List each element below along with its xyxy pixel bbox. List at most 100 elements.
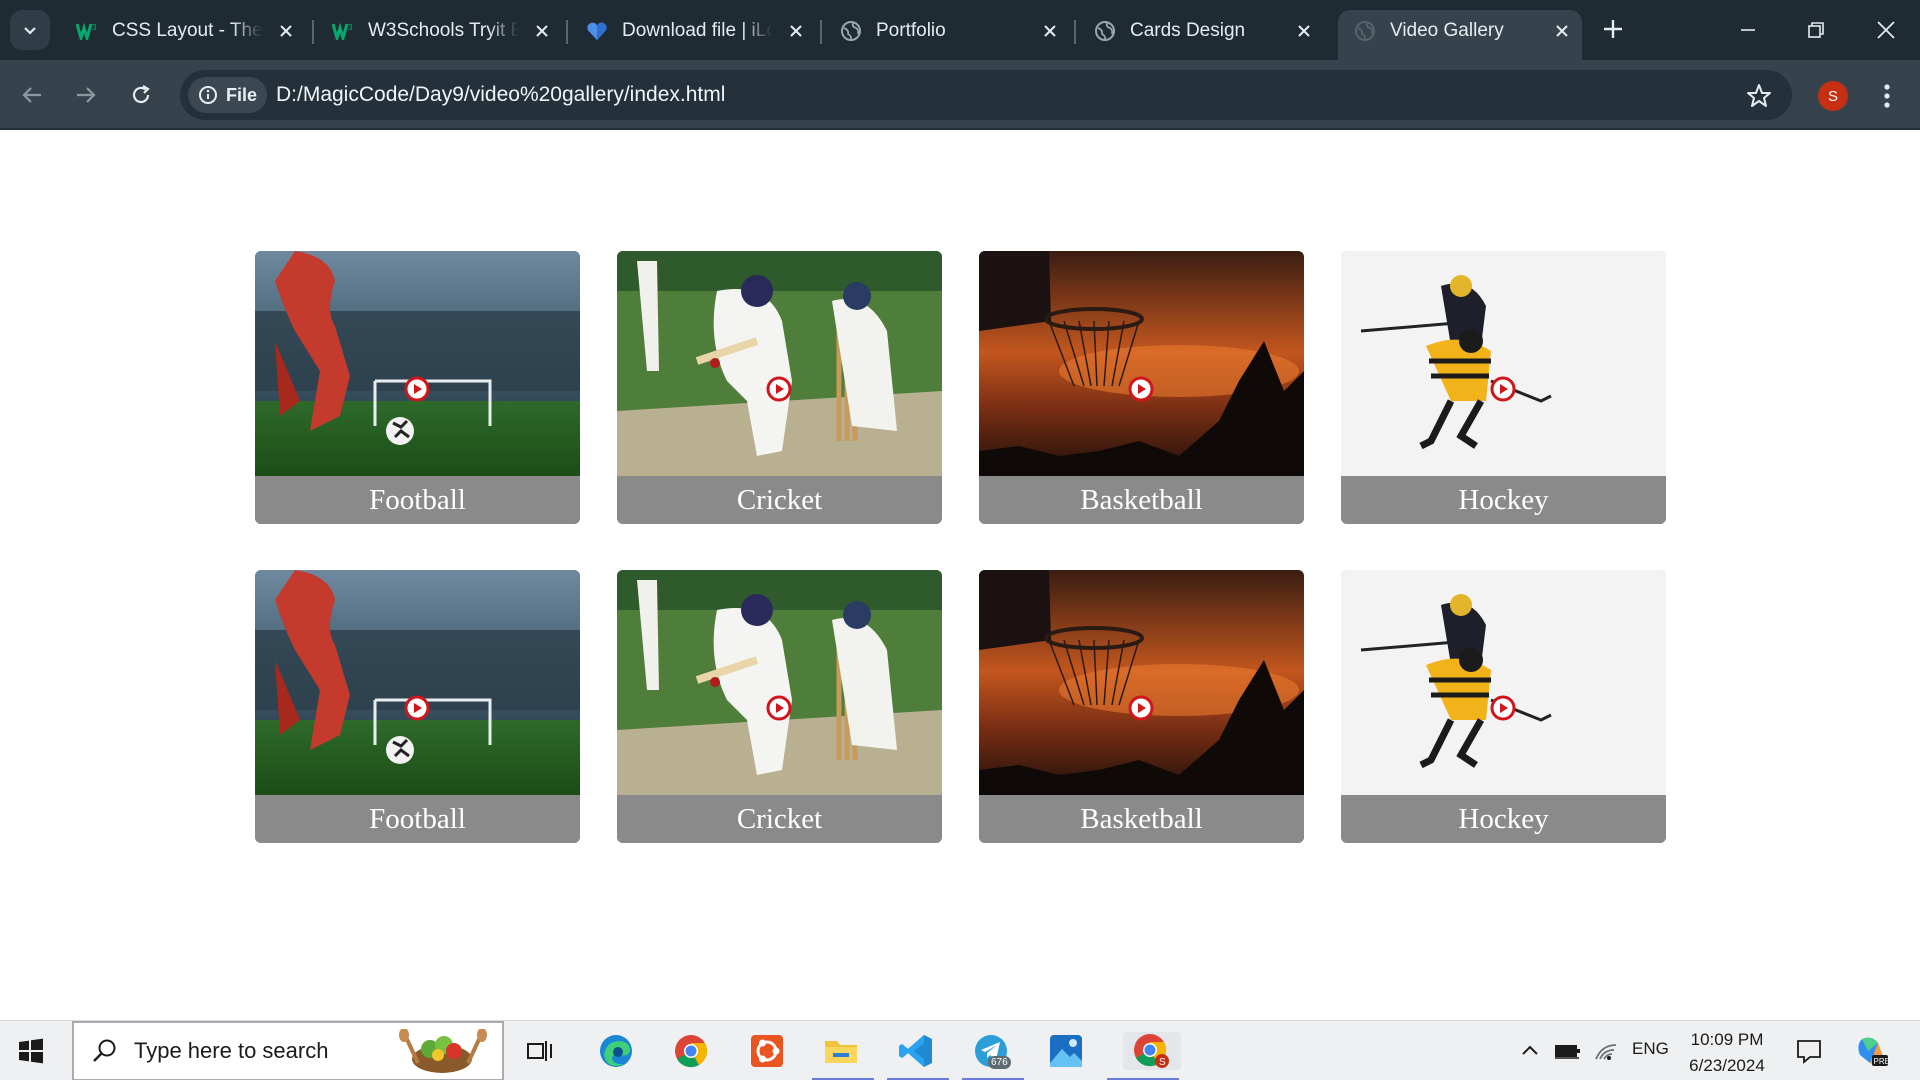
task-view-icon [527,1041,552,1061]
tab-separator [820,20,822,44]
file-explorer-button[interactable] [822,1032,860,1070]
close-icon[interactable] [1552,21,1572,41]
play-circle-icon[interactable] [1128,376,1154,402]
ubuntu-icon [751,1035,783,1067]
video-card-basketball[interactable]: Basketball [979,251,1304,524]
profile-avatar[interactable]: S [1818,81,1848,111]
task-view-button[interactable] [521,1032,559,1070]
tab-cards-design[interactable]: Cards Design [1078,10,1324,52]
notification-icon[interactable] [1795,1037,1823,1065]
minimize-button[interactable] [1728,12,1768,48]
tab-portfolio[interactable]: Portfolio [824,10,1070,52]
tab-separator [312,20,314,44]
chrome-profile-icon: S [1134,1034,1169,1068]
language-indicator[interactable]: ENG [1632,1039,1669,1059]
edge-button[interactable] [597,1032,635,1070]
hockey-thumbnail [1341,570,1666,795]
arrow-left-icon [22,87,41,103]
tab-title: Video Gallery [1390,20,1504,41]
football-thumbnail [255,251,580,476]
windows-start-icon[interactable] [18,1038,44,1064]
tab-search-button[interactable] [10,10,50,50]
photos-icon [1050,1035,1082,1067]
more-menu-icon[interactable] [1872,80,1902,112]
wifi-icon[interactable] [1594,1041,1618,1061]
arrow-right-icon [77,87,96,103]
forward-button[interactable] [66,75,106,115]
close-window-button[interactable] [1866,12,1906,48]
close-icon [1877,21,1895,39]
globe-icon [1094,20,1116,42]
video-card-hockey[interactable]: Hockey [1341,251,1666,524]
bookmark-star-icon[interactable] [1746,83,1772,109]
tab-separator [566,20,568,44]
chrome-active-button[interactable]: S [1123,1032,1181,1070]
play-circle-icon[interactable] [1128,695,1154,721]
tab-title: Download file | iLo [622,20,772,41]
close-icon[interactable] [1294,21,1314,41]
tab-css-layout[interactable]: 3 CSS Layout - The p [60,10,306,52]
minimize-icon [1741,29,1755,31]
tab-download-file[interactable]: Download file | iLo [570,10,816,52]
w3schools-icon: 3 [332,20,354,42]
site-info-chip[interactable]: File [188,77,268,113]
back-button[interactable] [12,75,52,115]
play-circle-icon[interactable] [404,695,430,721]
video-card-football[interactable]: Football [255,570,580,843]
restore-button[interactable] [1796,12,1836,48]
svg-text:S: S [1159,1057,1166,1068]
new-tab-plus-icon[interactable] [1598,14,1628,44]
ubuntu-button[interactable] [748,1032,786,1070]
card-label: Football [255,795,580,843]
system-clock[interactable]: 10:09 PM 6/23/2024 [1682,1027,1772,1079]
play-circle-icon[interactable] [766,695,792,721]
close-icon[interactable] [786,21,806,41]
salad-bowl-icon [399,1029,487,1073]
vscode-icon [899,1035,932,1067]
svg-text:PRE: PRE [1874,1057,1890,1066]
video-card-basketball[interactable]: Basketball [979,570,1304,843]
browser-toolbar: File D:/MagicCode/Day9/video%20gallery/i… [0,60,1920,130]
chevron-up-icon[interactable] [1520,1041,1540,1061]
play-circle-icon[interactable] [766,376,792,402]
tab-video-gallery[interactable]: Video Gallery [1338,10,1582,60]
video-card-cricket[interactable]: Cricket [617,570,942,843]
card-label: Cricket [617,476,942,524]
copilot-icon[interactable]: PRE [1854,1033,1890,1069]
close-icon[interactable] [532,21,552,41]
address-bar[interactable]: File D:/MagicCode/Day9/video%20gallery/i… [180,70,1792,120]
play-circle-icon[interactable] [1490,376,1516,402]
photos-button[interactable] [1047,1032,1085,1070]
telegram-button[interactable]: 676 [972,1032,1011,1070]
globe-icon [840,20,862,42]
card-label: Hockey [1341,795,1666,843]
chrome-button[interactable] [672,1032,710,1070]
globe-icon [1354,20,1376,42]
play-circle-icon[interactable] [1490,695,1516,721]
browser-tabstrip: 3 CSS Layout - The p 3 W3Schools Tryit E… [0,0,1920,60]
video-card-cricket[interactable]: Cricket [617,251,942,524]
play-circle-icon[interactable] [404,376,430,402]
reload-button[interactable] [121,75,161,115]
clock-date: 6/23/2024 [1689,1056,1765,1075]
card-label: Hockey [1341,476,1666,524]
telegram-badge: 676 [988,1056,1011,1069]
close-icon[interactable] [276,21,296,41]
cricket-thumbnail [617,570,942,795]
url-text[interactable]: D:/MagicCode/Day9/video%20gallery/index.… [276,83,725,107]
video-card-football[interactable]: Football [255,251,580,524]
svg-text:3: 3 [348,23,353,32]
close-icon[interactable] [1040,21,1060,41]
chrome-icon [675,1035,708,1068]
windows-taskbar: Type here to search 676 S ENG 10:09 PM 6… [0,1020,1920,1080]
tab-title: Cards Design [1130,20,1246,41]
tab-w3schools-tryit[interactable]: 3 W3Schools Tryit Ed [316,10,562,52]
battery-icon[interactable] [1553,1041,1581,1061]
taskbar-search-box[interactable]: Type here to search [72,1021,504,1080]
vscode-button[interactable] [897,1032,935,1070]
video-card-hockey[interactable]: Hockey [1341,570,1666,843]
w3schools-icon: 3 [76,20,98,42]
info-icon [199,86,217,104]
tab-title: Portfolio [876,20,946,41]
card-label: Cricket [617,795,942,843]
